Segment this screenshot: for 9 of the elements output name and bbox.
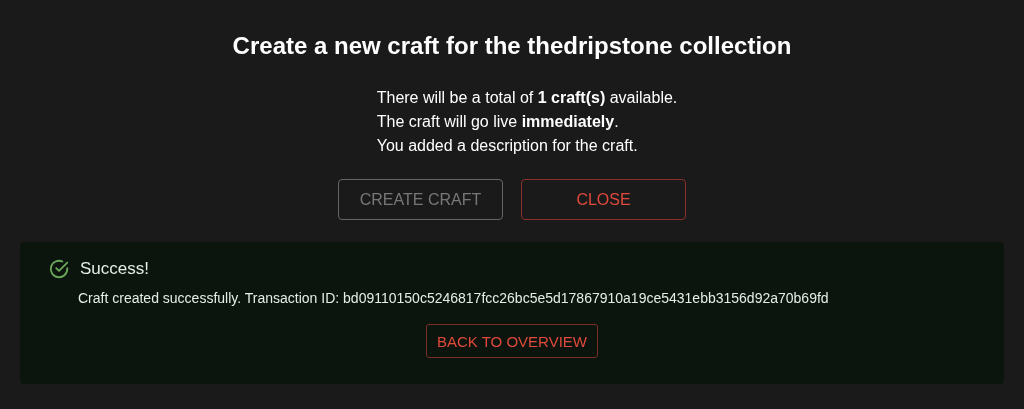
check-circle-icon bbox=[48, 258, 70, 280]
alert-message: Craft created successfully. Transaction ID: bd09110150c5246817fcc26bc5e5d17867910a19ce5431ebb3156d92a70b69fd bbox=[78, 290, 830, 306]
alert-title: Success! bbox=[80, 259, 149, 279]
summary-line: The craft will go live immediately. bbox=[376, 112, 620, 131]
dialog-title: Create a new craft for the thedripstone collection bbox=[232, 31, 792, 61]
back-to-overview-button[interactable]: BACK TO OVERVIEW bbox=[425, 324, 598, 358]
summary-line: There will be a total of 1 craft(s) available. bbox=[376, 88, 678, 107]
close-button[interactable]: CLOSE bbox=[521, 179, 686, 220]
summary-line: You added a description for the craft. bbox=[376, 136, 639, 155]
